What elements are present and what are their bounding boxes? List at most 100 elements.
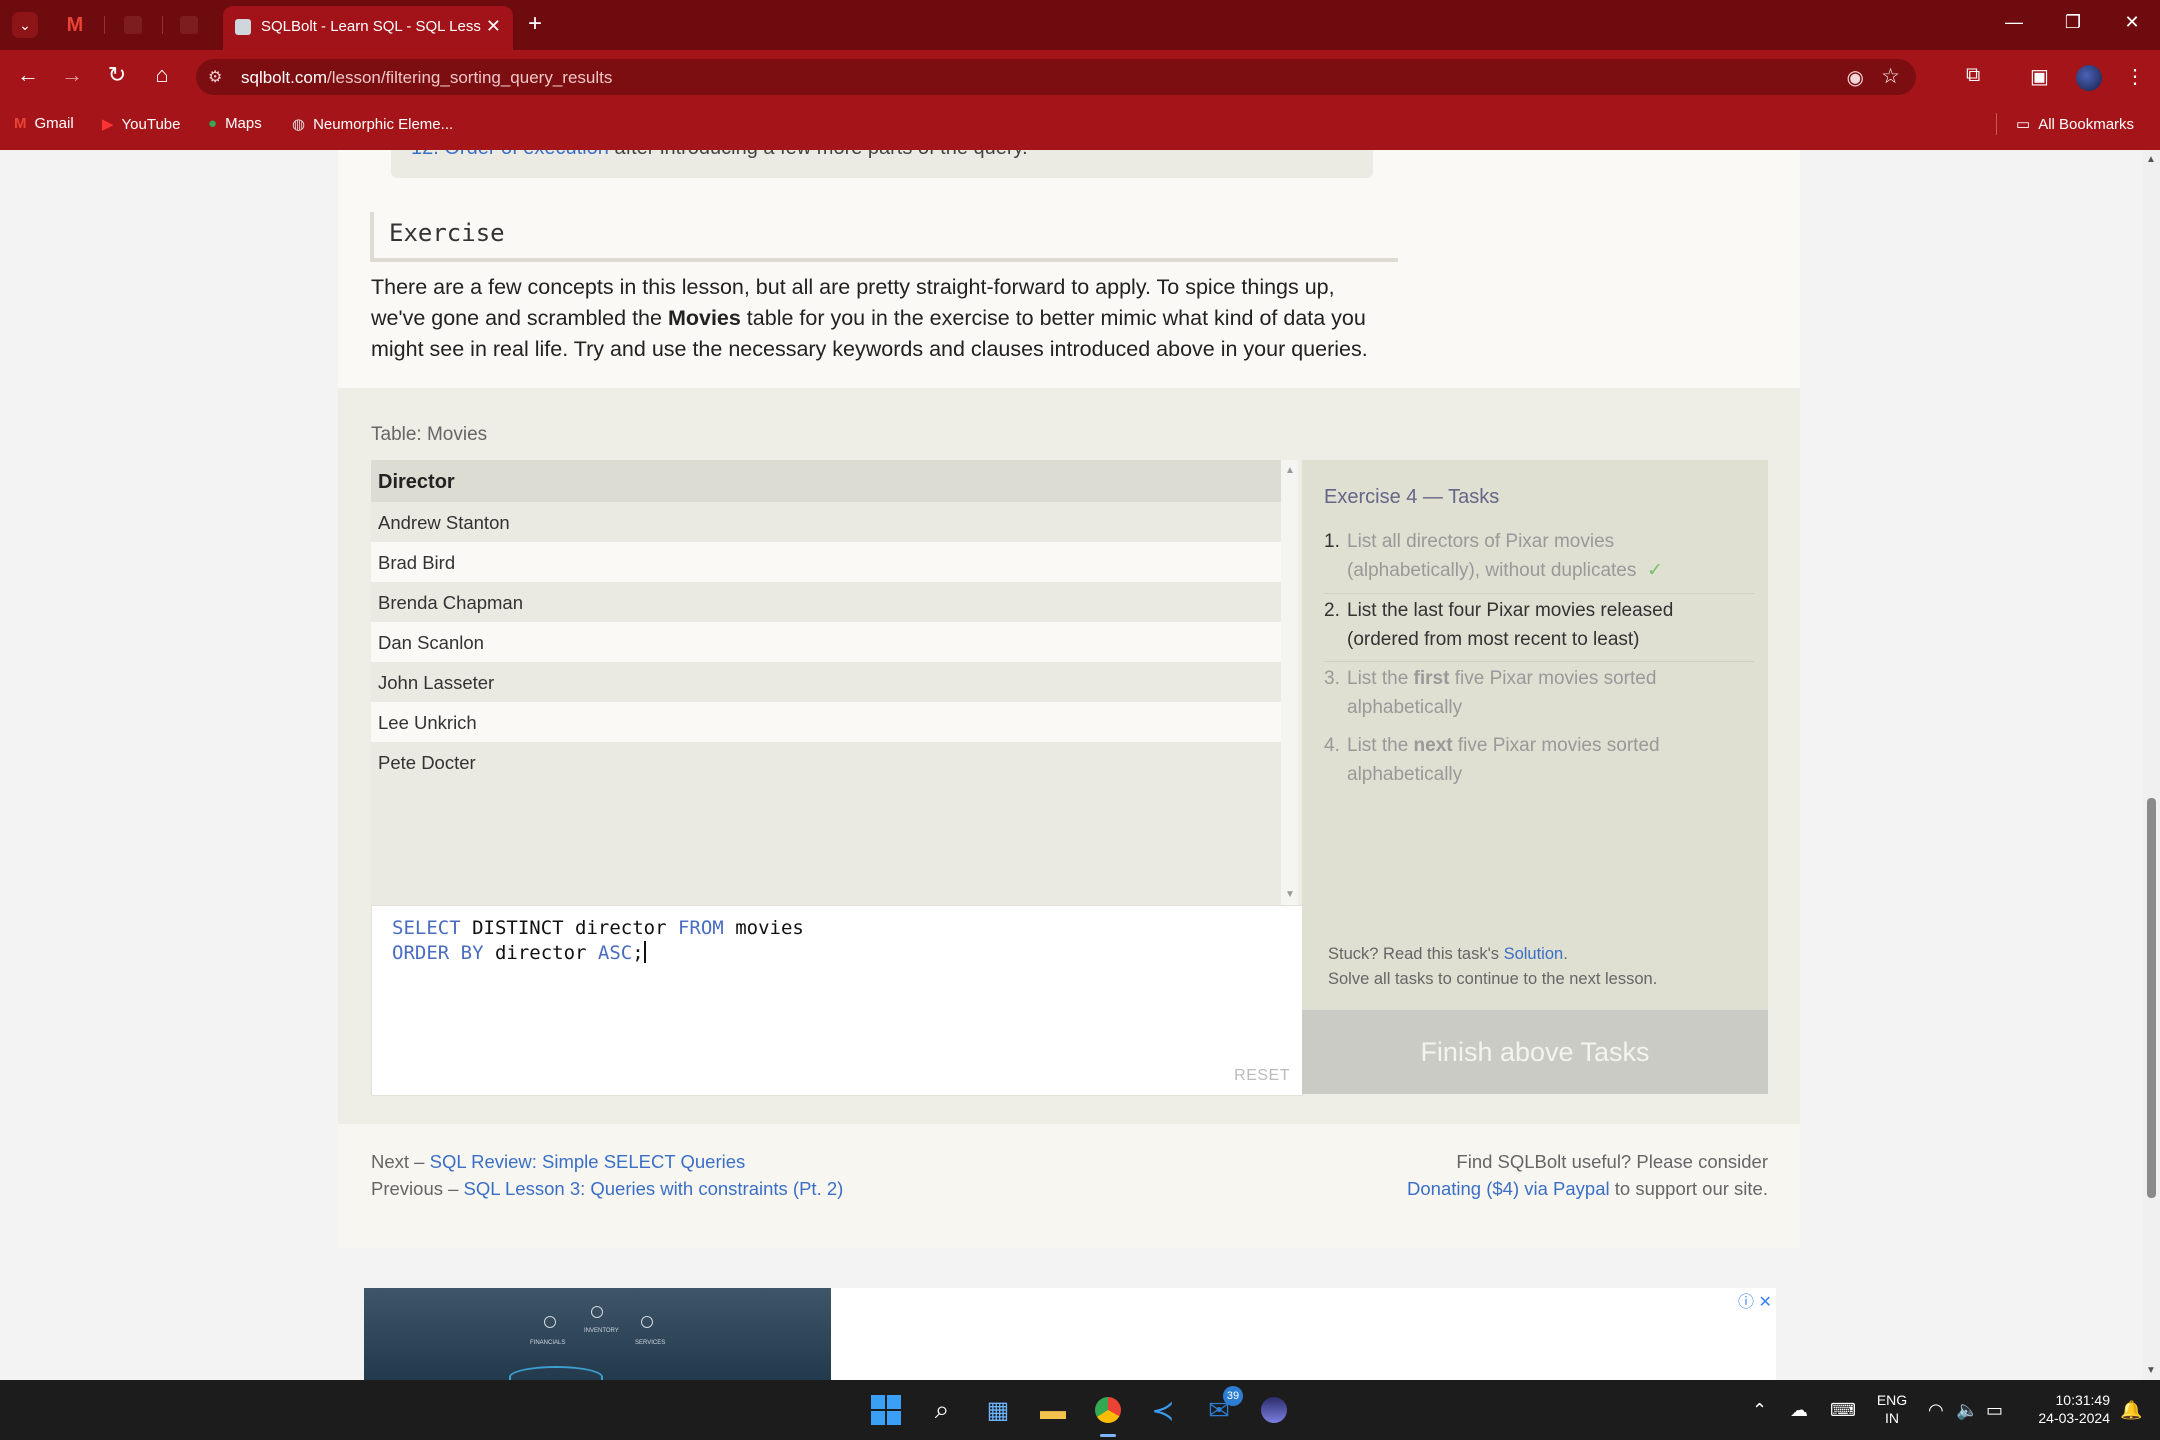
code-line-2: ORDER BY director ASC; [392, 942, 644, 964]
sql-token: movies [723, 917, 804, 939]
previous-lesson-link[interactable]: SQL Lesson 3: Queries with constraints (… [464, 1178, 844, 1199]
table-cell: Lee Unkrich [378, 712, 477, 733]
solve-all-text: Solve all tasks to continue to the next … [1328, 970, 1658, 988]
menu-kebab-icon[interactable]: ⋮ [2125, 64, 2145, 89]
address-bar[interactable]: ⚙ sqlbolt.com/lesson/filtering_sorting_q… [196, 59, 1916, 95]
scroll-up-arrow-icon[interactable]: ▲ [2146, 154, 2156, 165]
sql-code[interactable]: SELECT DISTINCT director FROM movies ORD… [392, 916, 804, 966]
exercise-intro-paragraph: There are a few concepts in this lesson,… [371, 272, 1391, 365]
bookmark-gmail[interactable]: M Gmail [14, 115, 74, 132]
notification-bell-icon[interactable]: 🔔 [2120, 1400, 2142, 1421]
profile-avatar[interactable] [2076, 65, 2102, 91]
active-app-indicator [1100, 1434, 1116, 1437]
clock-time: 10:31:49 [2055, 1392, 2111, 1408]
table-row: Brad Bird [371, 542, 1281, 582]
minimize-icon[interactable]: — [1999, 12, 2029, 33]
bookmark-neumorphic[interactable]: ◍ Neumorphic Eleme... [292, 115, 454, 134]
task-number: 4. [1324, 735, 1340, 756]
app-logo-icon [1261, 1397, 1287, 1423]
eye-off-icon[interactable]: ◉ [1847, 65, 1864, 90]
volume-icon[interactable]: 🔈 [1956, 1400, 1978, 1421]
keyboard-icon[interactable]: ⌨ [1830, 1400, 1856, 1421]
ad-image[interactable]: FINANCIALS INVENTORY SERVICES [364, 1288, 831, 1380]
exercise-heading: Exercise [370, 212, 1398, 262]
wifi-icon[interactable]: ◠ [1928, 1400, 1944, 1421]
scroll-down-arrow-icon[interactable]: ▼ [2146, 1365, 2156, 1376]
next-prefix: Next – [371, 1151, 430, 1172]
url-host: sqlbolt.com [241, 68, 327, 87]
store-icon[interactable]: ▦ [976, 1388, 1020, 1432]
maps-pin-icon: ● [208, 115, 218, 132]
finish-tasks-button[interactable]: Finish above Tasks [1302, 1010, 1768, 1094]
task-divider [1324, 593, 1754, 594]
tab-search-chevron-icon[interactable]: ⌄ [12, 12, 38, 38]
table-row: Andrew Stanton [371, 502, 1281, 542]
lesson-pager: Next – SQL Review: Simple SELECT Queries… [371, 1148, 843, 1202]
side-panel-icon[interactable]: ▣ [2030, 64, 2049, 89]
solution-link[interactable]: Solution [1504, 945, 1564, 963]
file-explorer-icon[interactable]: ▬ [1031, 1388, 1075, 1432]
active-tab[interactable]: SQLBolt - Learn SQL - SQL Less ✕ [223, 6, 513, 50]
back-icon[interactable]: ← [12, 62, 44, 88]
table-cell: Andrew Stanton [378, 512, 510, 533]
tray-overflow-chevron-icon[interactable]: ⌃ [1752, 1400, 1767, 1421]
sql-token: director [483, 942, 598, 964]
chrome-icon[interactable] [1086, 1388, 1130, 1432]
extensions-icon[interactable]: ⧉ [1966, 64, 1980, 87]
reset-button[interactable]: RESET [1234, 1067, 1290, 1085]
start-button[interactable] [864, 1388, 908, 1432]
stuck-text: . [1563, 945, 1568, 963]
tab-separator [104, 16, 105, 34]
page-scrollbar[interactable]: ▲ ▼ [2143, 150, 2160, 1380]
close-window-icon[interactable]: ✕ [2117, 12, 2147, 33]
sql-editor[interactable]: SELECT DISTINCT director FROM movies ORD… [371, 905, 1303, 1096]
scroll-thumb[interactable] [2147, 798, 2156, 1198]
bookmark-label: Neumorphic Eleme... [313, 115, 454, 133]
sql-keyword: ORDER BY [392, 942, 484, 964]
scroll-down-arrow-icon[interactable]: ▼ [1285, 889, 1295, 900]
pinned-tab[interactable] [168, 8, 210, 42]
table-header: Director [371, 460, 1281, 502]
mail-icon[interactable]: ✉ 39 [1197, 1386, 1243, 1432]
ad-graphic-icon [544, 1316, 556, 1328]
bookmark-star-icon[interactable]: ☆ [1881, 64, 1900, 89]
reload-icon[interactable]: ↻ [101, 62, 133, 88]
task-divider [1324, 661, 1754, 662]
table-scrollbar[interactable]: ▲ ▼ [1281, 460, 1298, 905]
clock[interactable]: 10:31:49 24-03-2024 [2020, 1391, 2110, 1427]
support-text: Find SQLBolt useful? Please consider [1456, 1151, 1768, 1172]
forward-icon[interactable]: → [56, 62, 88, 88]
url-path: /lesson/filtering_sorting_query_results [326, 68, 613, 87]
intro-bold-movies: Movies [667, 306, 741, 330]
gmail-pinned-tab[interactable]: M [54, 8, 96, 42]
pinned-tab[interactable] [112, 8, 154, 42]
home-icon[interactable]: ⌂ [146, 62, 178, 88]
ad-graphic-icon [641, 1316, 653, 1328]
site-info-icon[interactable]: ⚙ [208, 67, 222, 87]
donate-link[interactable]: Donating ($4) via Paypal [1407, 1178, 1610, 1199]
new-tab-button[interactable]: + [528, 10, 542, 38]
bookmark-youtube[interactable]: ▶ YouTube [102, 115, 181, 134]
next-lesson-link[interactable]: SQL Review: Simple SELECT Queries [430, 1151, 746, 1172]
table-row: Brenda Chapman [371, 582, 1281, 622]
language-indicator[interactable]: ENG IN [1872, 1391, 1912, 1427]
ad-choices-icon[interactable]: ⓘ ✕ [1738, 1288, 1772, 1312]
ad-label: INVENTORY [584, 1328, 619, 1334]
app-icon[interactable] [1252, 1388, 1296, 1432]
bookmark-maps[interactable]: ● Maps [208, 115, 262, 132]
vscode-icon[interactable]: ≺ [1141, 1388, 1185, 1432]
globe-icon: ◍ [292, 116, 306, 133]
search-icon[interactable]: ⌕ [920, 1388, 964, 1432]
scroll-up-arrow-icon[interactable]: ▲ [1285, 465, 1295, 476]
battery-icon[interactable]: ▭ [1986, 1400, 2003, 1421]
restore-icon[interactable]: ❐ [2058, 12, 2088, 33]
order-of-execution-link[interactable]: 12. Order of execution [411, 150, 609, 159]
code-line-1: SELECT DISTINCT director FROM movies [392, 917, 804, 939]
ad-graphic-arc [509, 1366, 603, 1380]
onedrive-cloud-icon[interactable]: ☁ [1790, 1400, 1808, 1421]
ad-graphic-icon [591, 1306, 603, 1318]
language-code: ENG [1876, 1392, 1908, 1408]
text-caret [643, 941, 646, 963]
all-bookmarks-button[interactable]: ▭ All Bookmarks [2016, 115, 2134, 134]
close-tab-icon[interactable]: ✕ [486, 16, 501, 37]
